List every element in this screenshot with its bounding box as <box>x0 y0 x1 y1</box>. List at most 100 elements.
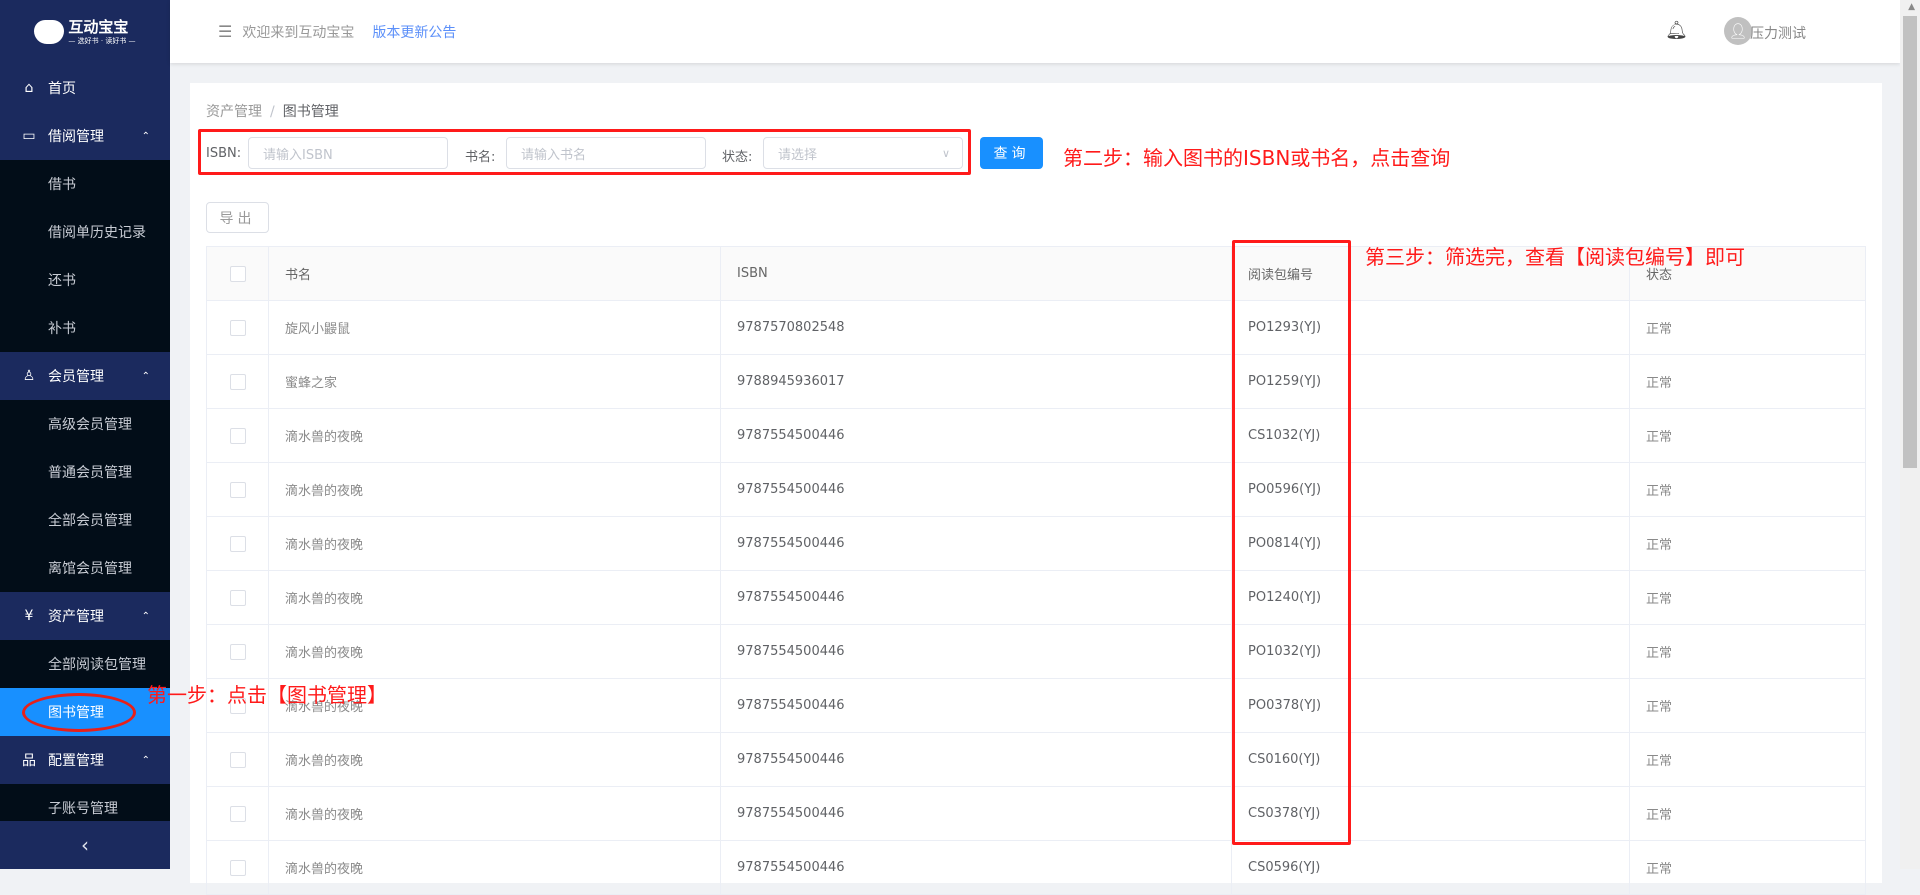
update-notice-link[interactable]: 版本更新公告 <box>372 22 456 42</box>
welcome-text: 欢迎来到互动宝宝 <box>242 24 355 41</box>
select-all-cell <box>207 247 269 300</box>
query-button[interactable]: 查询 <box>980 137 1043 169</box>
table-row: 滴水兽的夜晚 9787554500446 CS1032(YJ) 正常 <box>207 409 1865 463</box>
top-header: ☰ 欢迎来到互动宝宝 版本更新公告 🔔︎ 👤︎ 压力测试 <box>170 0 1900 63</box>
sidebar-item-label: 离馆会员管理 <box>48 561 132 577</box>
sidebar-item-14[interactable]: 品配置管理 ⌃ <box>0 736 170 784</box>
sidebar-item-label: 全部阅读包管理 <box>48 657 146 673</box>
book-name-cell: 滴水兽的夜晚 <box>269 463 721 516</box>
status-cell: 正常 <box>1646 700 1673 715</box>
sidebar-item-5[interactable]: 补书 <box>0 304 170 352</box>
sidebar-item-label: 还书 <box>48 273 76 289</box>
avatar[interactable]: 👤︎ <box>1724 17 1752 45</box>
sidebar-item-2[interactable]: 借书 <box>0 160 170 208</box>
book-name-cell: 滴水兽的夜晚 <box>269 625 721 678</box>
table-row: 蜜蜂之家 9788945936017 PO1259(YJ) 正常 <box>207 355 1865 409</box>
row-select-cell <box>207 571 269 624</box>
breadcrumb-current: 图书管理 <box>282 104 339 120</box>
status-cell: 正常 <box>1646 646 1673 661</box>
sidebar-item-3[interactable]: 借阅单历史记录 <box>0 208 170 256</box>
book-name-cell: 蜜蜂之家 <box>269 355 721 408</box>
sidebar-item-12[interactable]: 全部阅读包管理 <box>0 640 170 688</box>
row-checkbox[interactable] <box>229 427 246 444</box>
sidebar-item-1[interactable]: ▭ 借阅管理 ⌃ <box>0 112 170 160</box>
isbn-cell: 9787554500446 <box>721 787 1232 840</box>
breadcrumb-parent[interactable]: 资产管理 <box>206 104 262 120</box>
menu-list-icon[interactable]: ☰ <box>218 22 232 41</box>
table-row: 滴水兽的夜晚 9787554500446 PO0814(YJ) 正常 <box>207 517 1865 571</box>
isbn-cell: 9787554500446 <box>721 679 1232 732</box>
sidebar-item-label: 首页 <box>48 81 76 97</box>
table-row: 滴水兽的夜晚 9787554500446 PO1240(YJ) 正常 <box>207 571 1865 625</box>
sidebar-item-label: 借书 <box>48 177 76 193</box>
logo-subtitle: — 选好书 · 读好书 — <box>68 36 136 45</box>
status-cell: 正常 <box>1646 808 1673 823</box>
home-icon: ⌂ <box>24 80 34 96</box>
isbn-cell: 9787554500446 <box>721 625 1232 678</box>
row-checkbox[interactable] <box>229 481 246 498</box>
sidebar-item-11[interactable]: ¥ 资产管理 ⌃ <box>0 592 170 640</box>
isbn-cell: 9788945936017 <box>721 355 1232 408</box>
status-cell: 正常 <box>1646 322 1673 337</box>
package-code-cell: CS0596(YJ) <box>1232 841 1630 894</box>
book-name-cell: 滴水兽的夜晚 <box>269 841 721 894</box>
username[interactable]: 压力测试 <box>1750 23 1806 43</box>
sidebar-item-10[interactable]: 离馆会员管理 <box>0 544 170 592</box>
asset-icon: ¥ <box>24 608 34 624</box>
sidebar-item-label: 配置管理 <box>48 753 104 769</box>
book-name-cell: 滴水兽的夜晚 <box>269 409 721 462</box>
status-cell: 正常 <box>1646 538 1673 553</box>
column-header-name: 书名 <box>269 247 721 300</box>
row-select-cell <box>207 517 269 570</box>
isbn-cell: 9787554500446 <box>721 571 1232 624</box>
table-row: 滴水兽的夜晚 9787554500446 CS0596(YJ) 正常 <box>207 841 1865 895</box>
row-select-cell <box>207 463 269 516</box>
row-checkbox[interactable] <box>229 751 246 768</box>
bell-icon[interactable]: 🔔︎ <box>1665 20 1688 41</box>
logo-title: 互动宝宝 <box>68 17 129 36</box>
column-header-isbn: ISBN <box>721 247 1232 300</box>
logo-heart-icon <box>34 20 65 44</box>
scroll-up-icon[interactable]: ▲ <box>1908 2 1915 12</box>
sitemap-icon: 品 <box>22 753 36 769</box>
row-checkbox[interactable] <box>229 859 246 876</box>
row-checkbox[interactable] <box>229 805 246 822</box>
chevron-up-icon: ⌃ <box>141 754 150 766</box>
table-row: 滴水兽的夜晚 9787554500446 CS0160(YJ) 正常 <box>207 733 1865 787</box>
step3-annotation: 第三步：筛选完，查看【阅读包编号】即可 <box>1365 245 1745 269</box>
collapse-sidebar-button[interactable]: ‹ <box>0 821 170 869</box>
sidebar-item-label: 借阅管理 <box>48 129 104 145</box>
sidebar-item-7[interactable]: 高级会员管理 <box>0 400 170 448</box>
sidebar-item-8[interactable]: 普通会员管理 <box>0 448 170 496</box>
user-icon: 👤︎ <box>1728 22 1748 40</box>
breadcrumb: 资产管理 / 图书管理 <box>206 101 339 121</box>
select-all-checkbox[interactable] <box>229 265 246 282</box>
sidebar-item-label: 子账号管理 <box>48 801 118 817</box>
page-scrollbar[interactable]: ▲ <box>1900 0 1920 869</box>
scroll-thumb[interactable] <box>1903 16 1917 468</box>
sidebar-item-6[interactable]: ♙ 会员管理 ⌃ <box>0 352 170 400</box>
row-checkbox[interactable] <box>229 319 246 336</box>
table-row: 滴水兽的夜晚 9787554500446 CS0378(YJ) 正常 <box>207 787 1865 841</box>
step2-annotation: 第二步：输入图书的ISBN或书名，点击查询 <box>1063 146 1451 170</box>
step2-highlight-box <box>198 129 971 175</box>
row-checkbox[interactable] <box>229 373 246 390</box>
chevron-up-icon: ⌃ <box>141 610 150 622</box>
row-checkbox[interactable] <box>229 643 246 660</box>
export-button[interactable]: 导出 <box>206 202 269 233</box>
book-name-cell: 滴水兽的夜晚 <box>269 517 721 570</box>
members-icon: ♙ <box>22 368 36 384</box>
sidebar-item-9[interactable]: 全部会员管理 <box>0 496 170 544</box>
logo[interactable]: 互动宝宝 — 选好书 · 读好书 — <box>0 0 170 64</box>
sidebar-item-label: 会员管理 <box>48 369 104 385</box>
chevron-left-icon: ‹ <box>81 833 89 857</box>
row-checkbox[interactable] <box>229 535 246 552</box>
sidebar-item-0[interactable]: ⌂ 首页 <box>0 64 170 112</box>
step3-highlight-box <box>1232 240 1351 845</box>
row-checkbox[interactable] <box>229 589 246 606</box>
sidebar-item-4[interactable]: 还书 <box>0 256 170 304</box>
isbn-cell: 9787554500446 <box>721 517 1232 570</box>
chevron-up-icon: ⌃ <box>141 130 150 142</box>
row-select-cell <box>207 787 269 840</box>
table-row: 旋风小鼹鼠 9787570802548 PO1293(YJ) 正常 <box>207 301 1865 355</box>
